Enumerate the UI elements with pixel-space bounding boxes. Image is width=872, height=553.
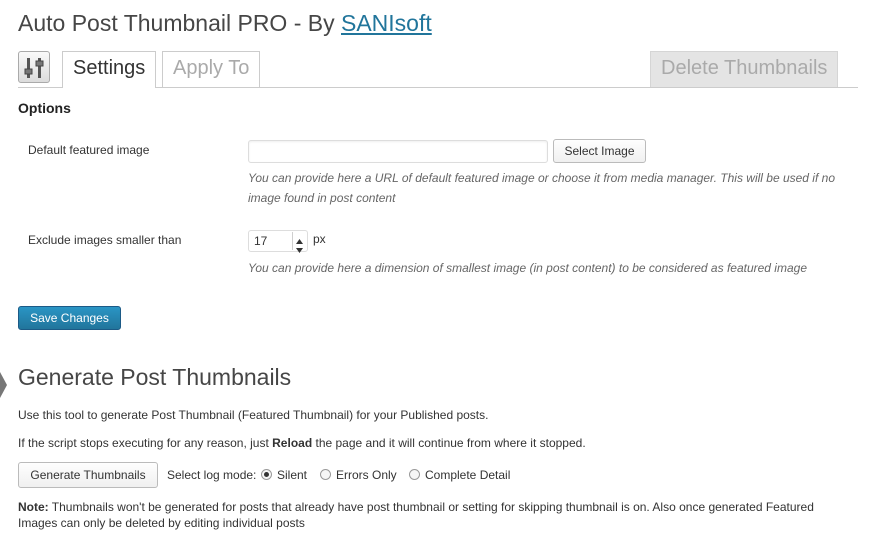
options-heading: Options [18, 100, 71, 116]
generate-heading: Generate Post Thumbnails [18, 364, 292, 390]
settings-sliders-icon [18, 51, 50, 83]
log-mode-label: Select log mode: [167, 468, 257, 482]
log-mode-complete-radio[interactable] [409, 469, 420, 480]
page-title-text: Auto Post Thumbnail PRO - By [18, 10, 341, 36]
min-size-number-input[interactable]: 17 [248, 230, 308, 253]
default-image-description: You can provide here a URL of default fe… [248, 171, 835, 205]
min-size-value: 17 [254, 234, 268, 248]
collapse-arrow-icon [0, 372, 7, 398]
spinner-down-icon[interactable] [293, 241, 306, 253]
sanisoft-link[interactable]: SANIsoft [341, 10, 432, 36]
tab-bar: Settings Apply To Delete Thumbnails [18, 50, 858, 88]
note-label: Note: [18, 500, 49, 514]
log-mode-silent-radio[interactable] [261, 469, 272, 480]
reload-keyword: Reload [272, 436, 313, 450]
generate-intro: Use this tool to generate Post Thumbnail… [18, 408, 489, 422]
log-mode-errors-label[interactable]: Errors Only [336, 468, 397, 482]
tab-settings[interactable]: Settings [62, 51, 157, 88]
note-text: Thumbnails won't be generated for posts … [18, 500, 814, 530]
log-mode-silent-label[interactable]: Silent [277, 468, 307, 482]
tab-apply-to[interactable]: Apply To [162, 51, 261, 87]
number-spinner[interactable] [292, 232, 306, 253]
default-image-label: Default featured image [28, 143, 150, 157]
page-title: Auto Post Thumbnail PRO - By SANIsoft [18, 8, 432, 38]
generate-thumbnails-button[interactable]: Generate Thumbnails [18, 462, 158, 488]
spinner-up-icon[interactable] [293, 232, 306, 244]
reload-text-post: the page and it will continue from where… [312, 436, 586, 450]
exclude-size-description: You can provide here a dimension of smal… [248, 261, 807, 275]
reload-text-pre: If the script stops executing for any re… [18, 436, 273, 450]
tab-delete-thumbnails[interactable]: Delete Thumbnails [650, 51, 839, 87]
log-mode-complete-label[interactable]: Complete Detail [425, 468, 510, 482]
size-unit: px [313, 232, 326, 246]
save-changes-button[interactable]: Save Changes [18, 306, 121, 330]
reload-instructions: If the script stops executing for any re… [18, 436, 586, 450]
select-image-button[interactable]: Select Image [553, 139, 646, 163]
exclude-size-label: Exclude images smaller than [28, 233, 182, 247]
log-mode-errors-radio[interactable] [320, 469, 331, 480]
default-image-url-input[interactable] [248, 140, 548, 163]
generate-note: Note: Thumbnails won't be generated for … [18, 499, 848, 531]
